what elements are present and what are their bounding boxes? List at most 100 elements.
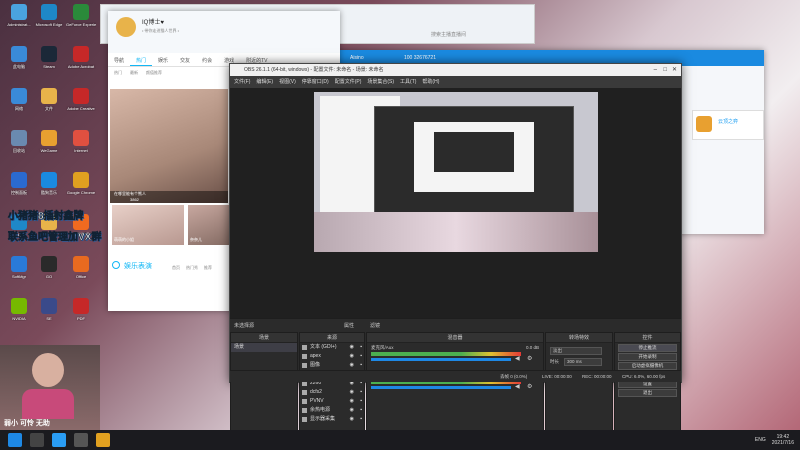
- qq-tab[interactable]: 热门: [130, 53, 153, 66]
- card-viewers: 3862: [130, 197, 139, 202]
- channel-level: 0.0 dB: [525, 345, 539, 350]
- qq-taskbar-icon[interactable]: [52, 433, 66, 447]
- qq-tab[interactable]: 娱乐: [152, 53, 174, 66]
- speaker-icon[interactable]: ◀: [515, 355, 520, 362]
- obs-preview[interactable]: [230, 88, 681, 318]
- search-icon[interactable]: [30, 433, 44, 447]
- desktop-icon[interactable]: NVIDIA: [4, 298, 34, 334]
- desktop-icon[interactable]: GO: [34, 256, 64, 292]
- qq-tab[interactable]: 交友: [174, 53, 196, 66]
- properties-button[interactable]: 属性: [344, 319, 354, 333]
- menu-item[interactable]: 视图(V): [279, 76, 296, 88]
- qq-tab[interactable]: 导航: [108, 53, 130, 66]
- source-item[interactable]: 显示器采集 ◉ ▪: [300, 415, 364, 424]
- stream-card-main[interactable]: 在哪里能有个熊人 3862: [110, 89, 228, 203]
- qq-tab[interactable]: 约会: [196, 53, 218, 66]
- lock-icon[interactable]: ▪: [360, 343, 362, 352]
- qq-sub-tab[interactable]: 最新: [130, 70, 138, 76]
- lock-icon[interactable]: ▪: [360, 352, 362, 361]
- section-link[interactable]: 首页: [172, 265, 180, 271]
- duration-label: 时长: [550, 359, 559, 364]
- lock-icon[interactable]: ▪: [360, 415, 362, 424]
- source-item[interactable]: PVNV ◉ ▪: [300, 397, 364, 406]
- source-type-icon: [302, 408, 307, 413]
- menu-item[interactable]: 场景集合(S): [367, 76, 394, 88]
- source-item[interactable]: apex ◉ ▪: [300, 352, 364, 361]
- desktop-icon[interactable]: Administrat...: [4, 4, 34, 40]
- volume-slider[interactable]: [371, 386, 511, 389]
- volume-meter: [371, 352, 521, 356]
- lock-icon[interactable]: ▪: [360, 397, 362, 406]
- desktop-icon[interactable]: SE: [34, 298, 64, 334]
- desktop-icon[interactable]: PDF: [66, 298, 96, 334]
- maximize-icon[interactable]: □: [663, 64, 667, 76]
- transition-select[interactable]: 淡出: [550, 347, 602, 355]
- source-item[interactable]: 图像 ◉ ▪: [300, 361, 364, 370]
- room-id: 100 32676721: [404, 55, 436, 61]
- desktop-icon[interactable]: Google Chrome: [66, 172, 96, 208]
- explorer-taskbar-icon[interactable]: [96, 433, 110, 447]
- speaker-icon[interactable]: ◀: [515, 383, 520, 390]
- menu-item[interactable]: 文件(F): [234, 76, 250, 88]
- qq-sub-tab[interactable]: 颜值推荐: [146, 70, 162, 76]
- lock-icon[interactable]: ▪: [360, 406, 362, 415]
- desktop-icon[interactable]: WeGame: [34, 130, 64, 166]
- desktop-icon[interactable]: 控制面板: [4, 172, 34, 208]
- control-button[interactable]: 开始录制: [618, 353, 677, 361]
- control-button[interactable]: 启动虚拟摄像机: [618, 362, 677, 370]
- source-item[interactable]: dcfs2 ◉ ▪: [300, 388, 364, 397]
- desktop-icon[interactable]: Steam: [34, 46, 64, 82]
- section-link[interactable]: 热门秀: [186, 265, 198, 271]
- desktop-icon[interactable]: 回收站: [4, 130, 34, 166]
- control-button[interactable]: 停止推流: [618, 344, 677, 352]
- menu-item[interactable]: 停靠窗口(D): [302, 76, 329, 88]
- desktop-icon-label: 回收站: [13, 148, 25, 153]
- desktop-icon[interactable]: Adobe Acrobat: [66, 46, 96, 82]
- obs-window[interactable]: OBS 26.1.1 (64-bit, windows) - 配置文件: 未命名…: [229, 63, 682, 434]
- avatar[interactable]: [116, 17, 136, 37]
- qq-sub-tab[interactable]: 热门: [114, 70, 122, 76]
- gear-icon[interactable]: ⚙: [527, 383, 532, 390]
- desktop-icon[interactable]: Internet: [66, 130, 96, 166]
- desktop-icon[interactable]: Microsoft Edge: [34, 4, 64, 40]
- lock-icon[interactable]: ▪: [360, 361, 362, 370]
- menu-item[interactable]: 工具(T): [400, 76, 416, 88]
- clock-date[interactable]: 2021/7/16: [772, 440, 794, 446]
- visibility-icon[interactable]: ◉: [350, 388, 354, 397]
- lock-icon[interactable]: ▪: [360, 388, 362, 397]
- desktop-icon[interactable]: 网络: [4, 88, 34, 124]
- desktop-icon[interactable]: Office: [66, 256, 96, 292]
- section-link[interactable]: 推荐: [204, 265, 212, 271]
- control-button[interactable]: 退出: [618, 389, 677, 397]
- source-item[interactable]: 文本 (GDI+) ◉ ▪: [300, 343, 364, 352]
- duration-input[interactable]: 300 ms: [564, 358, 602, 366]
- desktop-icon[interactable]: 此电脑: [4, 46, 34, 82]
- visibility-icon[interactable]: ◉: [350, 415, 354, 424]
- visibility-icon[interactable]: ◉: [350, 352, 354, 361]
- volume-slider[interactable]: [371, 358, 511, 361]
- minimize-icon[interactable]: –: [654, 64, 657, 76]
- gear-icon[interactable]: ⚙: [527, 355, 532, 362]
- scene-item[interactable]: 场景: [231, 343, 297, 352]
- language-indicator[interactable]: ENG: [755, 437, 766, 443]
- desktop-icon[interactable]: Adobe Creative: [66, 88, 96, 124]
- desktop-icon[interactable]: SoftMgr: [4, 256, 34, 292]
- section-title: 娱乐表演: [124, 263, 152, 270]
- visibility-icon[interactable]: ◉: [350, 397, 354, 406]
- desktop-icon[interactable]: GeForce Experience: [66, 4, 96, 40]
- desktop-icon[interactable]: 酷狗音乐: [34, 172, 64, 208]
- rec-time: REC: 00:00:00: [582, 374, 612, 379]
- close-icon[interactable]: ✕: [672, 64, 677, 76]
- desktop-icon[interactable]: 文件: [34, 88, 64, 124]
- menu-item[interactable]: 配置文件(P): [335, 76, 362, 88]
- obs-taskbar-icon[interactable]: [74, 433, 88, 447]
- menu-item[interactable]: 编辑(E): [256, 76, 273, 88]
- menu-item[interactable]: 帮助(H): [422, 76, 439, 88]
- visibility-icon[interactable]: ◉: [350, 361, 354, 370]
- stream-card[interactable]: 萌萌的小姐: [112, 205, 184, 245]
- filters-button[interactable]: 滤镜: [370, 319, 380, 333]
- visibility-icon[interactable]: ◉: [350, 343, 354, 352]
- start-icon[interactable]: [8, 433, 22, 447]
- visibility-icon[interactable]: ◉: [350, 406, 354, 415]
- source-item[interactable]: 余热电源 ◉ ▪: [300, 406, 364, 415]
